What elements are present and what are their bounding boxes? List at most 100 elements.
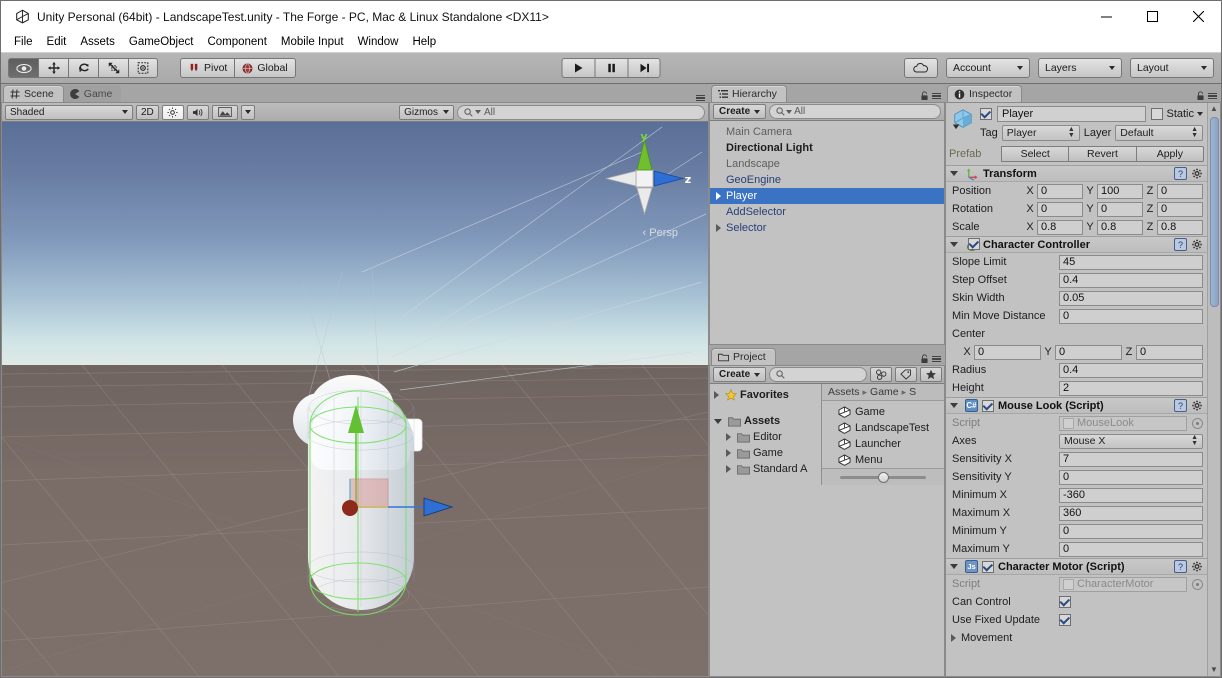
project-create-button[interactable]: Create	[713, 367, 767, 382]
step-offset-input[interactable]: 0.4	[1059, 272, 1203, 288]
project-tree-assets[interactable]: Assets	[710, 413, 821, 429]
minimum-x-input[interactable]: -360	[1059, 487, 1203, 503]
object-picker-icon[interactable]	[1192, 417, 1203, 429]
can-control-checkbox[interactable]	[1059, 596, 1071, 608]
layer-dropdown[interactable]: Default ▲ ▼	[1115, 125, 1203, 141]
collapse-arrow-icon[interactable]	[950, 171, 958, 176]
asset-item-game[interactable]: Game	[822, 404, 944, 420]
panel-menu-icon[interactable]	[696, 94, 705, 101]
hand-tool-button[interactable]	[8, 58, 38, 78]
asset-item-menu[interactable]: Menu	[822, 452, 944, 468]
move-tool-button[interactable]	[38, 58, 68, 78]
center-y-input[interactable]: 0	[1055, 344, 1122, 360]
object-picker-icon[interactable]	[1192, 578, 1203, 590]
scene-audio-toggle[interactable]	[186, 104, 209, 120]
menu-mobile-input[interactable]: Mobile Input	[274, 34, 351, 50]
chevron-down-icon[interactable]	[1197, 112, 1203, 116]
prefab-select-button[interactable]: Select	[1001, 146, 1069, 162]
hierarchy-item-player[interactable]: Player	[710, 188, 944, 204]
maximum-x-input[interactable]: 360	[1059, 505, 1203, 521]
minimize-button[interactable]	[1083, 1, 1129, 32]
tab-inspector[interactable]: Inspector	[947, 85, 1023, 102]
expand-arrow-icon[interactable]	[716, 224, 721, 232]
scene-lighting-toggle[interactable]	[161, 104, 184, 120]
position-z-input[interactable]: 0	[1157, 183, 1203, 199]
scrollbar-thumb[interactable]	[1209, 117, 1219, 307]
expand-arrow-icon[interactable]	[951, 634, 956, 642]
asset-item-launcher[interactable]: Launcher	[822, 436, 944, 452]
maximize-button[interactable]	[1129, 1, 1175, 32]
hierarchy-item-landscape[interactable]: Landscape	[710, 156, 944, 172]
help-icon[interactable]: ?	[1174, 560, 1187, 573]
cm-movement-foldout[interactable]: Movement	[946, 629, 1207, 647]
collapse-arrow-icon[interactable]	[950, 564, 958, 569]
slider-track[interactable]	[840, 471, 926, 483]
menu-edit[interactable]: Edit	[40, 34, 74, 50]
2d-toggle-button[interactable]: 2D	[136, 104, 159, 120]
expand-arrow-icon[interactable]	[726, 465, 731, 473]
collapse-arrow-icon[interactable]	[714, 418, 722, 424]
lock-icon[interactable]	[920, 354, 929, 364]
use-fixed-update-checkbox[interactable]	[1059, 614, 1071, 626]
center-x-input[interactable]: 0	[974, 344, 1041, 360]
expand-arrow-icon[interactable]	[714, 391, 719, 399]
filter-by-type-button[interactable]	[870, 367, 893, 382]
tab-project[interactable]: Project	[711, 348, 776, 365]
layers-dropdown[interactable]: Layers	[1038, 58, 1122, 78]
panel-menu-icon[interactable]	[932, 355, 941, 363]
asset-item-landscapetest[interactable]: LandscapeTest	[822, 420, 944, 436]
rotation-z-input[interactable]: 0	[1157, 201, 1203, 217]
help-icon[interactable]: ?	[1174, 238, 1187, 251]
menu-help[interactable]: Help	[405, 34, 443, 50]
hierarchy-create-button[interactable]: Create	[713, 104, 767, 119]
static-checkbox[interactable]	[1151, 108, 1164, 120]
global-toggle-button[interactable]: Global	[234, 58, 296, 78]
mouse-look-enabled-checkbox[interactable]	[982, 399, 994, 412]
project-search-input[interactable]	[769, 367, 868, 382]
scene-viewport[interactable]: y z ‹ Persp	[2, 122, 708, 676]
account-dropdown[interactable]: Account	[946, 58, 1030, 78]
scroll-up-icon[interactable]: ▲	[1210, 103, 1218, 115]
gear-icon[interactable]	[1190, 560, 1203, 573]
rotate-tool-button[interactable]	[68, 58, 98, 78]
menu-window[interactable]: Window	[351, 34, 406, 50]
slope-limit-input[interactable]: 45	[1059, 254, 1203, 270]
scale-x-input[interactable]: 0.8	[1037, 219, 1083, 235]
breadcrumb-scenes[interactable]: S	[909, 386, 916, 398]
character-motor-enabled-checkbox[interactable]	[982, 560, 994, 573]
maximum-y-input[interactable]: 0	[1059, 541, 1203, 557]
component-header-character-motor[interactable]: Js Character Motor (Script) ?	[946, 558, 1207, 575]
rotation-x-input[interactable]: 0	[1037, 201, 1083, 217]
collapse-arrow-icon[interactable]	[950, 242, 958, 247]
hierarchy-item-addselector[interactable]: AddSelector	[710, 204, 944, 220]
position-y-input[interactable]: 100	[1097, 183, 1143, 199]
lock-icon[interactable]	[1196, 91, 1205, 101]
breadcrumb-assets[interactable]: Assets	[828, 386, 860, 398]
menu-component[interactable]: Component	[200, 34, 273, 50]
component-header-character-controller[interactable]: Character Controller ?	[946, 236, 1207, 253]
prefab-apply-button[interactable]: Apply	[1135, 146, 1204, 162]
height-input[interactable]: 2	[1059, 380, 1203, 396]
help-icon[interactable]: ?	[1174, 399, 1187, 412]
tab-scene[interactable]: Scene	[3, 85, 64, 102]
menu-file[interactable]: File	[7, 34, 40, 50]
help-icon[interactable]: ?	[1174, 167, 1187, 180]
position-x-input[interactable]: 0	[1037, 183, 1083, 199]
layout-dropdown[interactable]: Layout	[1130, 58, 1214, 78]
hierarchy-search-input[interactable]: All	[769, 104, 941, 119]
menu-gameobject[interactable]: GameObject	[122, 34, 201, 50]
expand-arrow-icon[interactable]	[716, 192, 721, 200]
tag-dropdown[interactable]: Player ▲ ▼	[1001, 125, 1080, 141]
scale-z-input[interactable]: 0.8	[1157, 219, 1203, 235]
scene-orientation-gizmo[interactable]: y z ‹ Persp	[598, 130, 694, 247]
project-favorites-row[interactable]: Favorites	[710, 387, 821, 403]
script-object-field[interactable]: MouseLook	[1059, 415, 1187, 431]
center-z-input[interactable]: 0	[1136, 344, 1203, 360]
axes-dropdown[interactable]: Mouse X ▲ ▼	[1059, 433, 1203, 449]
shading-mode-dropdown[interactable]: Shaded	[5, 104, 133, 120]
component-header-transform[interactable]: Transform ?	[946, 165, 1207, 182]
filter-by-label-button[interactable]	[895, 367, 918, 382]
pause-button[interactable]	[594, 58, 628, 78]
play-button[interactable]	[561, 58, 595, 78]
radius-input[interactable]: 0.4	[1059, 362, 1203, 378]
